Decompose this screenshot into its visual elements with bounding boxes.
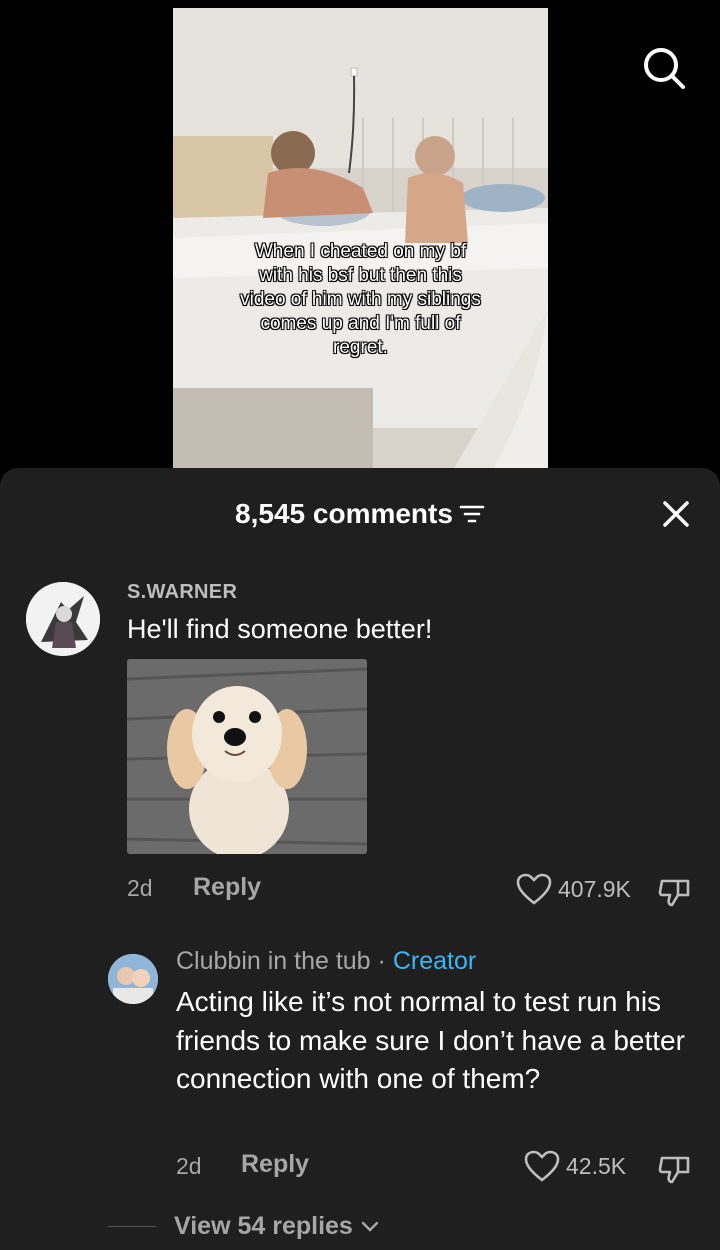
- close-icon: [663, 501, 689, 527]
- reply-button[interactable]: Reply: [193, 873, 261, 902]
- dislike-button[interactable]: [658, 1152, 692, 1186]
- dislike-button[interactable]: [658, 875, 692, 909]
- comment-time: 2d: [176, 1153, 202, 1179]
- filter-icon: [459, 505, 485, 523]
- comment-time: 2d: [127, 875, 153, 901]
- replies-divider-line: [108, 1226, 156, 1227]
- comments-count-title: 8,545 comments: [235, 498, 453, 529]
- video-frame-illustration: [173, 8, 548, 470]
- comment-text: He'll find someone better!: [127, 614, 433, 644]
- comment-username[interactable]: Clubbin in the tub: [176, 947, 371, 975]
- comment-username[interactable]: S.WARNER: [127, 581, 237, 604]
- video-preview[interactable]: When I cheated on my bf with his bsf but…: [173, 8, 548, 470]
- avatar-illustration: [26, 582, 100, 656]
- comments-sort[interactable]: 8,545 comments: [235, 498, 485, 530]
- comments-header: 8,545 comments: [0, 468, 720, 558]
- avatar[interactable]: [26, 582, 100, 656]
- thumbs-down-icon: [658, 1156, 690, 1184]
- view-replies-label: View 54 replies: [174, 1212, 353, 1240]
- comments-title-wrap: 8,545 comments: [0, 498, 720, 530]
- avatar-illustration: [108, 954, 158, 1004]
- view-replies-button[interactable]: View 54 replies: [108, 1212, 379, 1241]
- chevron-down-icon: [361, 1221, 379, 1232]
- search-icon: [644, 48, 685, 89]
- like-button[interactable]: 407.9K: [516, 873, 631, 905]
- heart-icon: [516, 873, 552, 905]
- close-button[interactable]: [656, 494, 696, 534]
- like-count: 407.9K: [558, 875, 631, 902]
- search-button[interactable]: [640, 44, 688, 92]
- heart-icon: [524, 1150, 560, 1182]
- avatar[interactable]: [108, 954, 158, 1004]
- reply-button[interactable]: Reply: [241, 1150, 309, 1179]
- comments-sheet: 8,545 comments S.WARNER He'll find someo: [0, 468, 720, 1250]
- thumbs-down-icon: [658, 879, 690, 907]
- like-count: 42.5K: [566, 1152, 627, 1179]
- like-button[interactable]: 42.5K: [524, 1150, 626, 1182]
- video-caption: When I cheated on my bf with his bsf but…: [240, 241, 481, 358]
- comment-image[interactable]: [127, 659, 367, 854]
- comment-text: Acting like it’s not normal to test run …: [176, 986, 685, 1094]
- dog-image: [127, 659, 367, 854]
- creator-badge: Creator: [392, 947, 477, 975]
- reply-author-line: Clubbin in the tub · Creator: [176, 947, 476, 976]
- author-separator: ·: [370, 947, 393, 975]
